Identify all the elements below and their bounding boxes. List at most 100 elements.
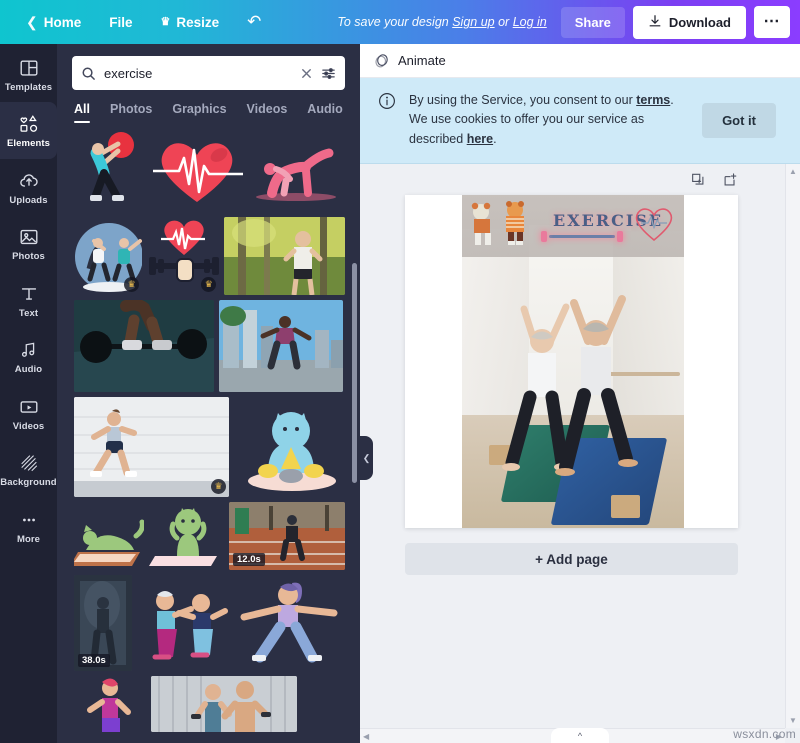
chevron-left-icon: ❮ [26,14,38,31]
video-icon [18,396,40,418]
results-row [74,676,345,732]
neon-barbell-divider [549,235,616,238]
home-button[interactable]: ❮ Home [12,7,95,38]
watermark: wsxdn.com [733,727,796,741]
results-row [74,127,345,212]
result-item-track-squats-video[interactable]: 12.0s [229,502,345,570]
here-link[interactable]: here [467,132,493,146]
got-it-button[interactable]: Got it [702,103,776,138]
top-toolbar: ❮ Home File ♛ Resize ↶ To save your desi… [0,0,800,44]
filter-sliders-icon[interactable] [321,66,336,81]
result-item-gym-couple[interactable] [151,676,297,732]
cookie-text: By using the Service, you consent to our… [409,91,689,149]
sidebar-label: Background [0,478,56,488]
result-item-forest-jogger[interactable] [224,217,345,295]
duplicate-page-icon[interactable] [690,172,706,193]
animate-label[interactable]: Animate [398,53,446,68]
sidebar-label: Uploads [9,196,47,206]
result-item-city-runner[interactable] [219,300,343,392]
canvas-area[interactable]: EXERCISE + Add page [360,164,800,743]
elements-icon [18,113,40,135]
tab-photos[interactable]: Photos [110,102,152,123]
add-page-button[interactable]: + Add page [405,543,738,575]
templates-icon [18,57,40,79]
caret-up-icon[interactable]: ▲ [789,167,797,176]
tab-all[interactable]: All [74,102,90,123]
file-label: File [109,15,132,30]
undo-button[interactable]: ↶ [233,5,275,39]
toolbar-left-group: ❮ Home File ♛ Resize ↶ [0,5,275,39]
result-item-couple-stretch[interactable]: ♛ [74,217,142,295]
sidebar-label: Text [19,309,38,319]
share-button[interactable]: Share [561,7,625,38]
result-item-deadlift[interactable] [74,300,214,392]
resize-label: Resize [176,15,219,30]
result-item-warrior-pose[interactable] [236,575,341,671]
page-tools [690,172,738,193]
file-menu-button[interactable]: File [95,8,146,37]
caret-down-icon[interactable]: ▼ [789,716,797,725]
sidebar-label: Photos [12,252,45,262]
result-item-cat-stretch-mat[interactable] [74,502,144,570]
result-item-dumbbell-heart[interactable]: ♛ [147,217,219,295]
sidebar-item-more[interactable]: More [0,498,57,554]
sidebar-item-background[interactable]: Background [0,441,57,497]
download-button[interactable]: Download [633,6,746,39]
search-box[interactable] [72,56,345,90]
result-item-leg-raise[interactable] [250,127,342,212]
elements-panel: All Photos Graphics Videos Audio [57,44,360,743]
sidebar-label: Videos [13,422,45,432]
heart-pulse-outline-icon [632,203,676,248]
save-design-notice: To save your design Sign up or Log in [337,15,546,29]
results-row [74,300,345,392]
sidebar-item-elements[interactable]: Elements [0,102,57,158]
terms-link[interactable]: terms [636,93,670,107]
result-item-heartbeat-heart[interactable] [149,127,245,212]
log-in-link[interactable]: Log in [513,15,547,29]
sidebar-item-templates[interactable]: Templates [0,46,57,102]
sidebar-item-audio[interactable]: Audio [0,328,57,384]
sidebar-label: More [17,535,40,545]
video-duration-badge: 12.0s [233,553,265,566]
canvas-vertical-scrollbar[interactable]: ▲ ▼ [785,164,800,728]
result-item-kids-exercising[interactable] [137,575,231,671]
result-item-wall-runner[interactable]: ♛ [74,397,229,497]
sidebar-item-uploads[interactable]: Uploads [0,159,57,215]
download-label: Download [669,15,731,30]
sidebar-item-photos[interactable]: Photos [0,215,57,271]
sidebar-label: Elements [7,139,50,149]
search-input[interactable] [104,66,292,81]
search-icon [81,66,96,81]
animate-icon [374,53,390,69]
result-item-purple-runner[interactable] [74,676,146,732]
expand-page-panel-handle[interactable]: ^ [551,728,609,743]
more-options-button[interactable]: ⋯ [754,6,790,38]
collapse-panel-handle[interactable]: ❮ [360,436,373,480]
result-item-cat-yoga[interactable] [149,502,224,570]
results-row: 38.0s [74,575,345,671]
result-item-meditating-cat[interactable] [234,397,344,497]
search-container [57,44,360,90]
result-item-ball-stretch[interactable] [74,127,144,212]
info-icon [378,92,396,115]
tab-videos[interactable]: Videos [247,102,288,123]
search-results-grid[interactable]: ♛ [57,123,360,743]
caret-left-icon[interactable]: ◀ [363,732,369,741]
tab-graphics[interactable]: Graphics [172,102,226,123]
toolbar-right-group: To save your design Sign up or Log in Sh… [337,6,800,39]
close-icon[interactable] [300,67,313,80]
sidebar-item-text[interactable]: Text [0,272,57,328]
chevron-left-icon: ❮ [363,453,371,464]
design-page[interactable]: EXERCISE [405,195,738,528]
add-page-icon[interactable] [722,172,738,193]
photo-icon [18,226,40,248]
result-item-dark-room-video[interactable]: 38.0s [74,575,132,671]
sidebar-item-videos[interactable]: Videos [0,385,57,441]
resize-button[interactable]: ♛ Resize [147,8,234,37]
panel-scrollbar[interactable] [352,263,357,483]
tab-audio[interactable]: Audio [307,102,342,123]
cookie-text-3: . [493,132,496,146]
sign-up-link[interactable]: Sign up [452,15,494,29]
text-icon [18,283,40,305]
left-rail: Templates Elements Uploads [0,44,57,743]
